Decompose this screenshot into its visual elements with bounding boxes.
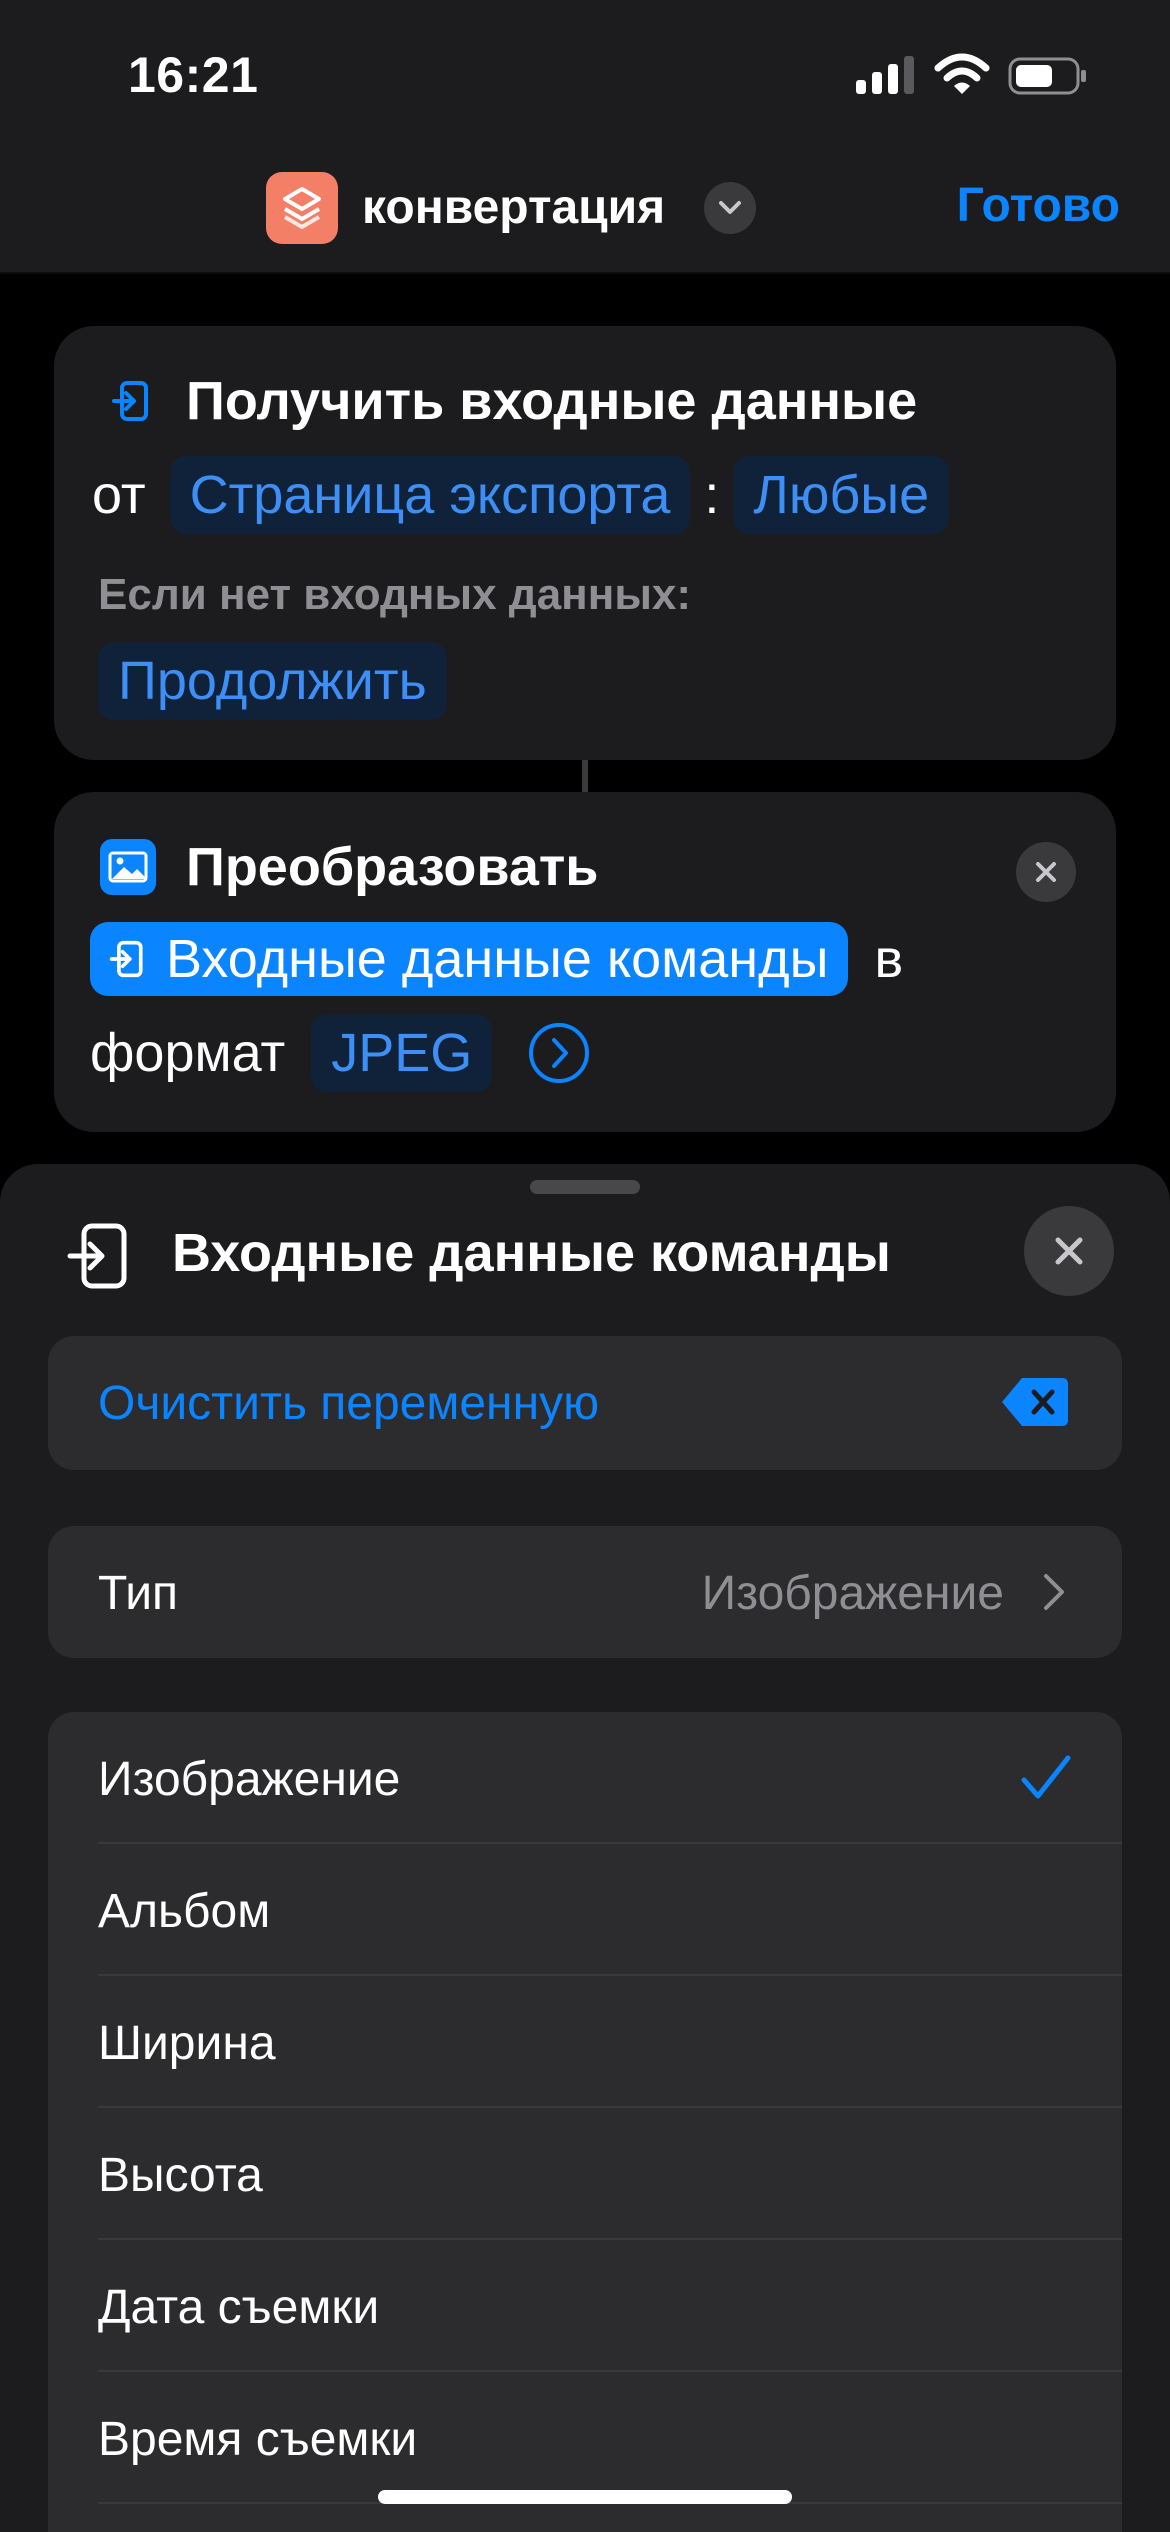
home-indicator[interactable] [378, 2490, 792, 2504]
shortcut-title[interactable]: конвертация [362, 180, 665, 235]
convert-action-card[interactable]: Преобразовать Входные данные команды в ф… [54, 792, 1116, 1132]
format-label: формат [90, 1023, 286, 1083]
wifi-icon [934, 53, 990, 94]
shortcuts-app-icon [266, 172, 338, 244]
sheet-grabber[interactable] [530, 1180, 640, 1194]
close-icon [1055, 1237, 1083, 1265]
status-bar: 16:21 [0, 0, 1170, 150]
status-time: 16:21 [128, 47, 259, 103]
from-label: от [92, 465, 146, 525]
if-none-label: Если нет входных данных: [98, 570, 692, 619]
continue-token[interactable]: Продолжить [98, 642, 447, 720]
format-token[interactable]: JPEG [311, 1014, 493, 1092]
remove-action-close-icon[interactable] [1016, 842, 1076, 902]
type-row[interactable]: Тип Изображение [48, 1526, 1122, 1658]
list-item-label: Альбом [98, 1885, 271, 1938]
input-arrow-icon [104, 373, 160, 429]
variable-sheet: Входные данные команды Очистить переменн… [0, 1164, 1170, 2532]
checkmark-icon [1021, 1755, 1071, 1799]
get-input-title: Получить входные данные [186, 371, 918, 431]
list-item[interactable]: Альбом [48, 1844, 1122, 1976]
action-connector [582, 760, 588, 792]
cellular-signal-icon [856, 56, 914, 94]
shortcut-input-token[interactable]: Входные данные команды [90, 922, 849, 996]
type-label: Тип [98, 1567, 179, 1620]
clear-variable-label: Очистить переменную [98, 1377, 600, 1430]
layers-icon [283, 187, 321, 229]
photo-icon [100, 839, 156, 895]
clear-variable-button[interactable]: Очистить переменную [48, 1336, 1122, 1470]
chevron-right-icon [1044, 1574, 1064, 1610]
expand-options-chevron-icon[interactable] [528, 1022, 590, 1084]
title-menu-chevron-icon[interactable] [704, 182, 756, 234]
list-item-label: Ширина [98, 2017, 276, 2070]
nav-bar: конвертация Готово [0, 150, 1170, 274]
in-label: в [874, 929, 904, 989]
type-token[interactable]: Любые [733, 456, 950, 534]
colon-label: : [704, 465, 720, 525]
list-item[interactable]: Изображение [48, 1712, 1122, 1844]
sheet-title: Входные данные команды [172, 1223, 891, 1283]
convert-title: Преобразовать [186, 837, 599, 897]
source-token[interactable]: Страница экспорта [169, 456, 691, 534]
property-list: Изображение Альбом Ширина Высота Дата съ… [48, 1712, 1122, 2532]
done-button[interactable]: Готово [957, 178, 1120, 233]
list-item-label: Дата съемки [98, 2281, 380, 2334]
list-item-label: Время съемки [98, 2413, 418, 2466]
get-input-action-card[interactable]: Получить входные данные от Страница эксп… [54, 326, 1116, 760]
list-item[interactable]: Время съемки [48, 2372, 1122, 2504]
list-item[interactable]: Высота [48, 2108, 1122, 2240]
input-arrow-icon [109, 940, 143, 978]
list-item[interactable]: Дата съемки [48, 2240, 1122, 2372]
list-item[interactable]: Ширина [48, 1976, 1122, 2108]
delete-backward-icon [1002, 1378, 1068, 1426]
battery-icon [1008, 57, 1086, 95]
shortcut-input-token-label: Входные данные команды [166, 929, 829, 989]
type-value: Изображение [701, 1567, 1004, 1620]
input-arrow-icon [67, 1223, 127, 1289]
sheet-close-button[interactable] [1024, 1206, 1114, 1296]
list-item-label: Изображение [98, 1753, 401, 1806]
list-item-label: Высота [98, 2149, 263, 2202]
